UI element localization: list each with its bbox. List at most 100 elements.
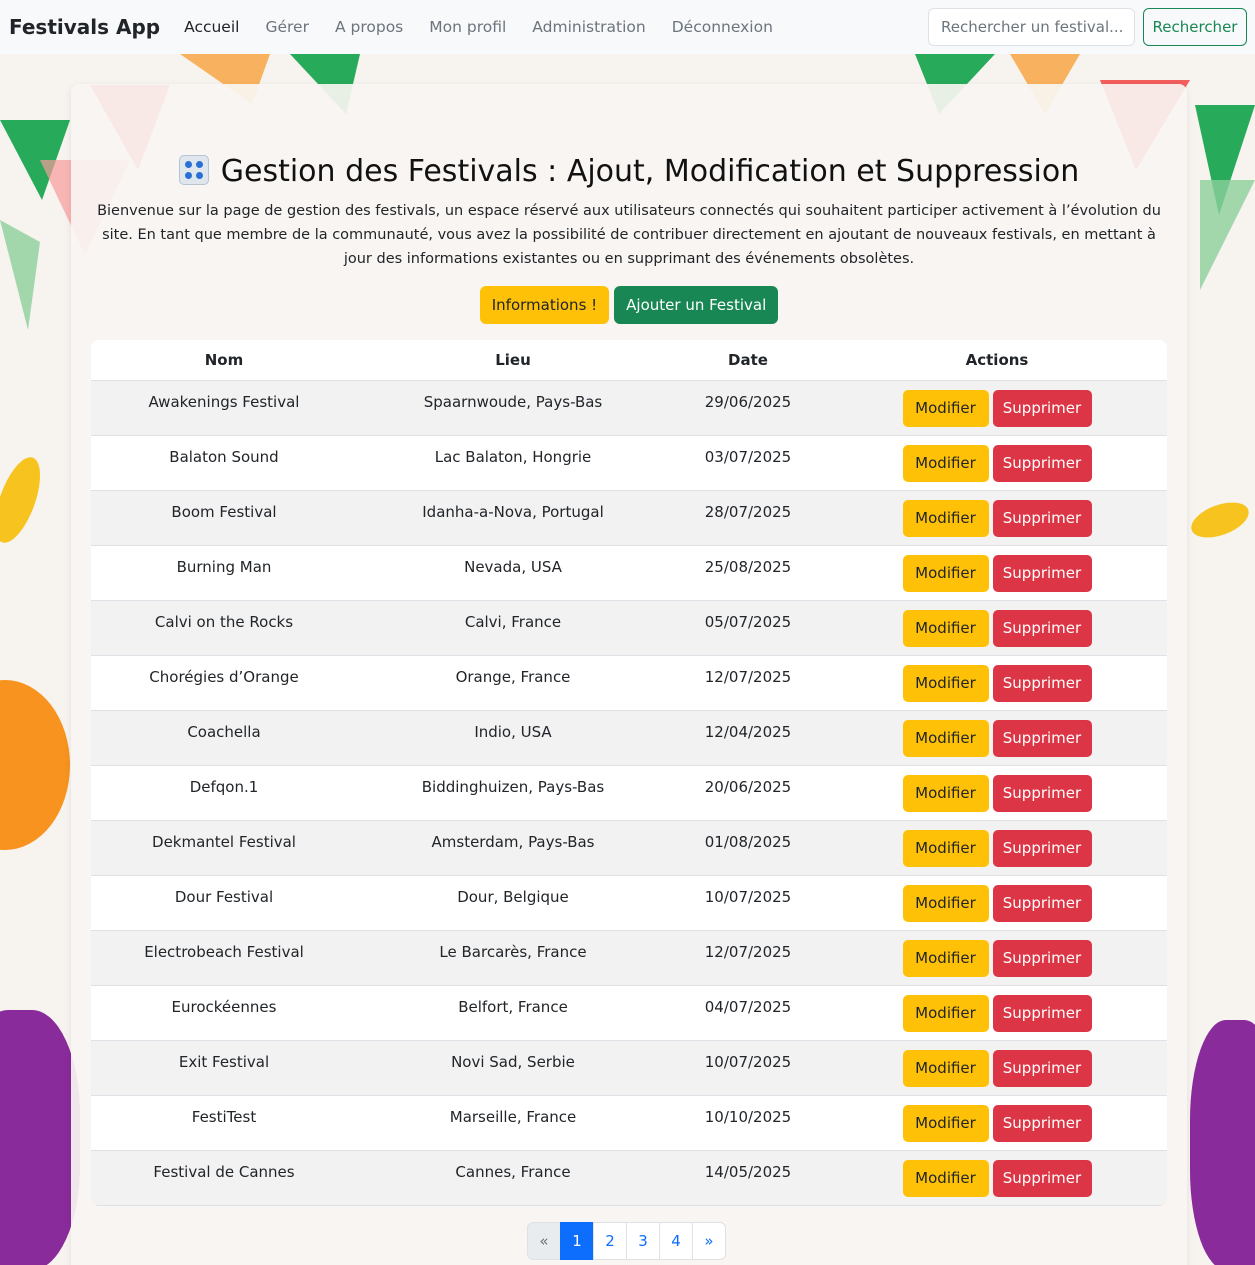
edit-button[interactable]: Modifier (902, 1104, 989, 1142)
cell-actions: Modifier Supprimer (827, 490, 1167, 546)
add-festival-button[interactable]: Ajouter un Festival (614, 286, 779, 324)
edit-button[interactable]: Modifier (902, 719, 989, 757)
pagination-page-3[interactable]: 3 (626, 1222, 660, 1260)
pagination-page-2[interactable]: 2 (593, 1222, 627, 1260)
edit-button[interactable]: Modifier (902, 499, 989, 537)
delete-button[interactable]: Supprimer (992, 554, 1092, 592)
nav-link-deconnexion[interactable]: Déconnexion (672, 18, 773, 36)
delete-button[interactable]: Supprimer (992, 664, 1092, 702)
cell-nom: Electrobeach Festival (91, 930, 357, 986)
cell-date: 14/05/2025 (669, 1150, 827, 1206)
pagination-page-1[interactable]: 1 (560, 1222, 594, 1260)
cell-lieu: Spaarnwoude, Pays-Bas (357, 380, 669, 436)
page-title-text: Gestion des Festivals : Ajout, Modificat… (220, 154, 1080, 189)
table-row: Defqon.1 Biddinghuizen, Pays-Bas 20/06/202… (91, 765, 1167, 821)
edit-button[interactable]: Modifier (902, 389, 989, 427)
table-row: Coachella Indio, USA 12/04/2025 Modifier Sup… (91, 710, 1167, 766)
delete-button[interactable]: Supprimer (992, 939, 1092, 977)
delete-button[interactable]: Supprimer (992, 1159, 1092, 1197)
table-row: FestiTest Marseille, France 10/10/2025 Modi… (91, 1095, 1167, 1151)
cell-lieu: Lac Balaton, Hongrie (357, 435, 669, 491)
cell-actions: Modifier Supprimer (827, 655, 1167, 711)
cell-nom: Dekmantel Festival (91, 820, 357, 876)
edit-button[interactable]: Modifier (902, 444, 989, 482)
delete-button[interactable]: Supprimer (992, 719, 1092, 757)
delete-button[interactable]: Supprimer (992, 884, 1092, 922)
cell-actions: Modifier Supprimer (827, 765, 1167, 821)
cell-nom: Dour Festival (91, 875, 357, 931)
search-input[interactable] (928, 8, 1135, 46)
cell-date: 28/07/2025 (669, 490, 827, 546)
nav-link-administration[interactable]: Administration (532, 18, 645, 36)
nav-link-gerer[interactable]: Gérer (265, 18, 309, 36)
cell-actions: Modifier Supprimer (827, 1095, 1167, 1151)
edit-button[interactable]: Modifier (902, 939, 989, 977)
cell-lieu: Orange, France (357, 655, 669, 711)
brand-logo[interactable]: Festivals App (9, 15, 160, 39)
table-row: Chorégies d’Orange Orange, France 12/07/20… (91, 655, 1167, 711)
cell-actions: Modifier Supprimer (827, 600, 1167, 656)
delete-button[interactable]: Supprimer (992, 1049, 1092, 1087)
delete-button[interactable]: Supprimer (992, 499, 1092, 537)
main-card: Gestion des Festivals : Ajout, Modificat… (71, 84, 1187, 1265)
edit-button[interactable]: Modifier (902, 664, 989, 702)
cell-date: 10/07/2025 (669, 1040, 827, 1096)
table-row: Balaton Sound Lac Balaton, Hongrie 03/07/2… (91, 435, 1167, 491)
nav-link-accueil[interactable]: Accueil (184, 18, 239, 36)
cell-actions: Modifier Supprimer (827, 985, 1167, 1041)
column-header-actions: Actions (827, 340, 1167, 381)
pagination: « 1 2 3 4 » (527, 1222, 726, 1260)
cell-actions: Modifier Supprimer (827, 545, 1167, 601)
cell-date: 10/07/2025 (669, 875, 827, 931)
nav-link-mon-profil[interactable]: Mon profil (429, 18, 506, 36)
cell-actions: Modifier Supprimer (827, 710, 1167, 766)
cell-date: 20/06/2025 (669, 765, 827, 821)
table-row: Awakenings Festival Spaarnwoude, Pays-Bas… (91, 380, 1167, 436)
festivals-table: Nom Lieu Date Actions Awakenings Festiva… (91, 340, 1167, 1206)
delete-button[interactable]: Supprimer (992, 829, 1092, 867)
table-row: Dekmantel Festival Amsterdam, Pays-Bas 01/… (91, 820, 1167, 876)
edit-button[interactable]: Modifier (902, 829, 989, 867)
cell-date: 29/06/2025 (669, 380, 827, 436)
delete-button[interactable]: Supprimer (992, 994, 1092, 1032)
table-row: Dour Festival Dour, Belgique 10/07/2025 Mod… (91, 875, 1167, 931)
search-button[interactable]: Rechercher (1143, 8, 1247, 46)
nav-link-a-propos[interactable]: A propos (335, 18, 403, 36)
cell-date: 12/04/2025 (669, 710, 827, 766)
table-row: Festival de Cannes Cannes, France 14/05/20… (91, 1150, 1167, 1206)
column-header-nom: Nom (91, 340, 357, 381)
edit-button[interactable]: Modifier (902, 1159, 989, 1197)
edit-button[interactable]: Modifier (902, 1049, 989, 1087)
edit-button[interactable]: Modifier (902, 554, 989, 592)
cell-nom: Eurockéennes (91, 985, 357, 1041)
cell-date: 10/10/2025 (669, 1095, 827, 1151)
edit-button[interactable]: Modifier (902, 994, 989, 1032)
search-form: Rechercher (928, 8, 1247, 46)
cell-date: 12/07/2025 (669, 930, 827, 986)
delete-button[interactable]: Supprimer (992, 389, 1092, 427)
info-button[interactable]: Informations ! (479, 286, 610, 324)
edit-button[interactable]: Modifier (902, 774, 989, 812)
cell-actions: Modifier Supprimer (827, 875, 1167, 931)
delete-button[interactable]: Supprimer (992, 444, 1092, 482)
cell-actions: Modifier Supprimer (827, 1040, 1167, 1096)
page-title: Gestion des Festivals : Ajout, Modificat… (71, 154, 1187, 189)
cell-actions: Modifier Supprimer (827, 930, 1167, 986)
delete-button[interactable]: Supprimer (992, 774, 1092, 812)
delete-button[interactable]: Supprimer (992, 1104, 1092, 1142)
cell-actions: Modifier Supprimer (827, 1150, 1167, 1206)
cell-lieu: Idanha-a-Nova, Portugal (357, 490, 669, 546)
pagination-page-4[interactable]: 4 (659, 1222, 693, 1260)
cell-lieu: Calvi, France (357, 600, 669, 656)
table-row: Calvi on the Rocks Calvi, France 05/07/202… (91, 600, 1167, 656)
delete-button[interactable]: Supprimer (992, 609, 1092, 647)
cell-date: 04/07/2025 (669, 985, 827, 1041)
cell-nom: Festival de Cannes (91, 1150, 357, 1206)
edit-button[interactable]: Modifier (902, 884, 989, 922)
cell-actions: Modifier Supprimer (827, 380, 1167, 436)
cell-nom: Burning Man (91, 545, 357, 601)
column-header-lieu: Lieu (357, 340, 669, 381)
table-row: Exit Festival Novi Sad, Serbie 10/07/2025 M… (91, 1040, 1167, 1096)
edit-button[interactable]: Modifier (902, 609, 989, 647)
pagination-next[interactable]: » (692, 1222, 726, 1260)
